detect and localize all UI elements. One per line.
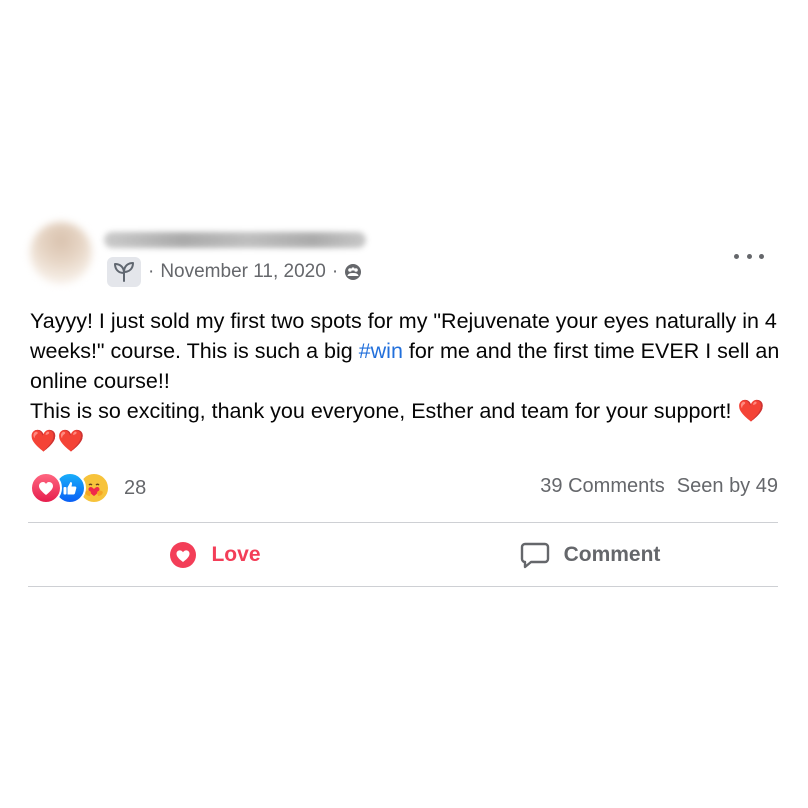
post-text: Yayyy! I just sold my first two spots fo…	[30, 306, 780, 456]
seen-by-count[interactable]: Seen by 49	[677, 475, 778, 498]
post-stats: 39 Comments Seen by 49	[540, 475, 778, 498]
comment-button-label: Comment	[563, 543, 661, 566]
love-reaction-icon	[30, 472, 62, 504]
more-options-icon[interactable]	[734, 246, 764, 266]
comments-count[interactable]: 39 Comments	[540, 475, 665, 498]
author-avatar[interactable]	[30, 222, 92, 284]
love-button[interactable]: Love	[30, 530, 400, 580]
comment-icon	[520, 542, 549, 569]
divider	[28, 522, 778, 523]
post-paragraph-1: Yayyy! I just sold my first two spots fo…	[30, 306, 780, 396]
meta-separator-2: ·	[331, 261, 339, 282]
author-name-blurred[interactable]	[104, 232, 366, 248]
post-paragraph-2: This is so exciting, thank you everyone,…	[30, 396, 780, 456]
post-date[interactable]: November 11, 2020	[160, 261, 325, 283]
meta-separator: ·	[148, 261, 155, 282]
reactions-summary[interactable]: 28	[30, 472, 146, 504]
post-text-part3: This is so exciting, thank you everyone,…	[30, 399, 732, 423]
group-badge[interactable]	[107, 257, 141, 287]
love-button-label: Love	[211, 543, 261, 566]
divider-bottom	[28, 586, 778, 587]
members-icon[interactable]	[344, 263, 362, 281]
seedling-icon	[114, 262, 134, 282]
heart-icon	[170, 542, 197, 568]
post-meta: · November 11, 2020 ·	[148, 259, 362, 285]
comment-button[interactable]: Comment	[405, 530, 775, 580]
hashtag-link[interactable]: #win	[359, 339, 403, 363]
group-post: · November 11, 2020 · Yayyy! I just sold…	[0, 0, 808, 808]
reaction-count[interactable]: 28	[124, 477, 146, 500]
